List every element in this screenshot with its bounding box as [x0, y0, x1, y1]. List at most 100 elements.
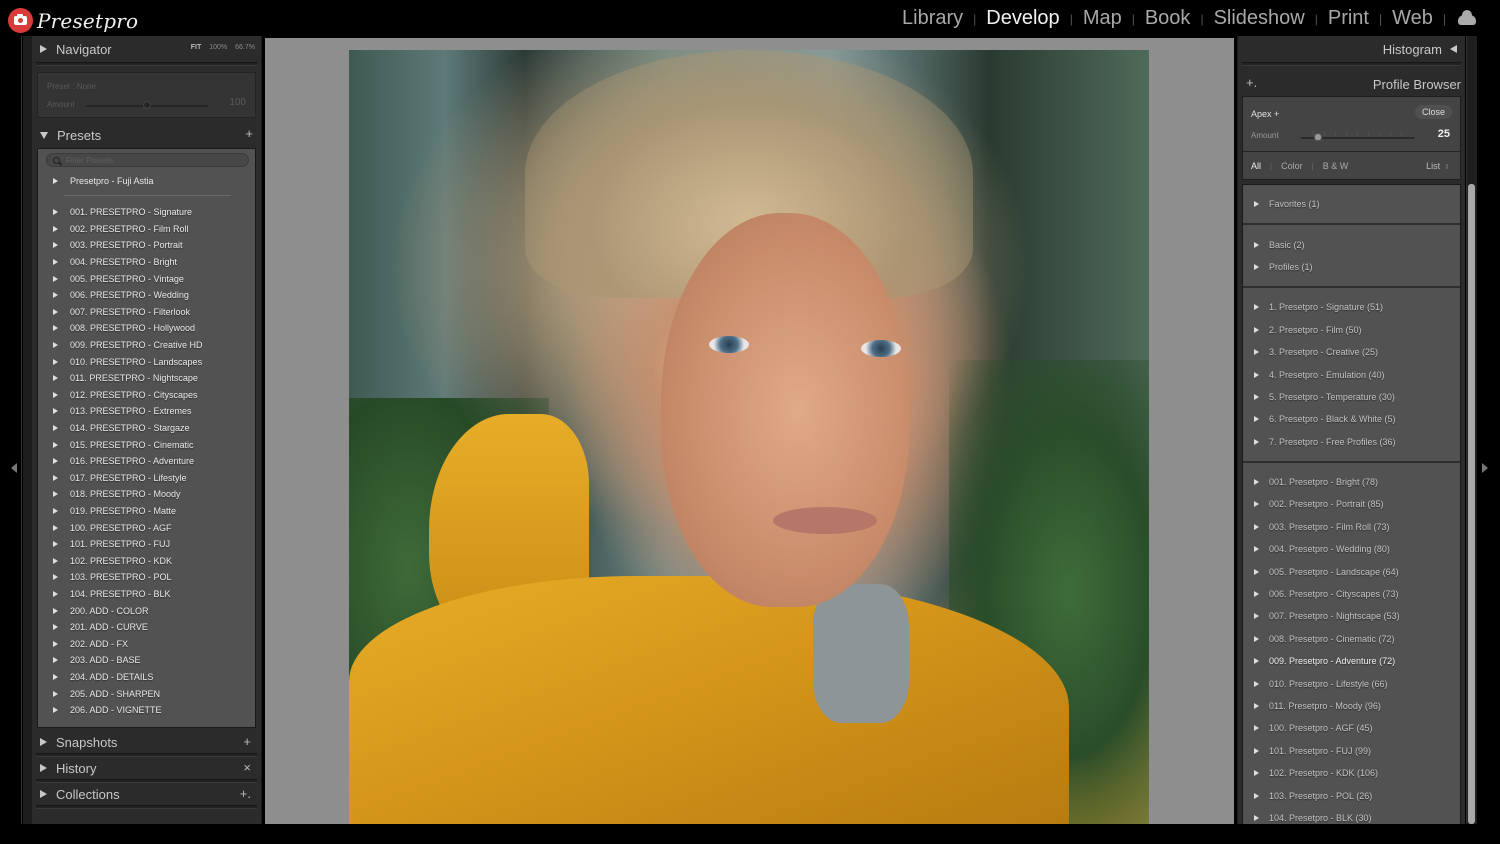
collections-header[interactable]: Collections +.: [32, 783, 261, 805]
zoom-66[interactable]: 66.7%: [235, 44, 255, 51]
profile-item[interactable]: 7. Presetpro - Free Profiles (36): [1243, 431, 1460, 453]
profile-filter-color[interactable]: Color: [1281, 161, 1303, 171]
profile-item[interactable]: 2. Presetpro - Film (50): [1243, 319, 1460, 341]
expand-triangle-icon: [53, 690, 58, 697]
profile-item[interactable]: 008. Presetpro - Cinematic (72): [1243, 628, 1460, 650]
preset-item[interactable]: 009. PRESETPRO - Creative HD: [38, 337, 255, 354]
profile-item[interactable]: 6. Presetpro - Black & White (5): [1243, 408, 1460, 430]
filter-presets-field[interactable]: [46, 153, 249, 167]
preset-item[interactable]: 205. ADD - SHARPEN: [38, 685, 255, 702]
preset-item[interactable]: 019. PRESETPRO - Matte: [38, 503, 255, 520]
profile-browser-title: Profile Browser: [1372, 76, 1461, 92]
preset-item[interactable]: 015. PRESETPRO - Cinematic: [38, 436, 255, 453]
profile-item[interactable]: 101. Presetpro - FUJ (99): [1243, 740, 1460, 762]
preset-item[interactable]: 203. ADD - BASE: [38, 652, 255, 669]
profile-item[interactable]: 006. Presetpro - Cityscapes (73): [1243, 583, 1460, 605]
add-collection-icon[interactable]: +.: [240, 786, 251, 801]
history-header[interactable]: History ×: [32, 757, 261, 779]
profile-item[interactable]: Favorites (1): [1243, 193, 1460, 215]
preset-item[interactable]: 006. PRESETPRO - Wedding: [38, 287, 255, 304]
module-develop[interactable]: Develop: [984, 7, 1061, 30]
preset-item[interactable]: 012. PRESETPRO - Cityscapes: [38, 387, 255, 404]
expand-triangle-icon: [1254, 304, 1259, 311]
preset-item[interactable]: 011. PRESETPRO - Nightscape: [38, 370, 255, 387]
zoom-fit[interactable]: FIT: [191, 44, 202, 51]
profile-item[interactable]: 007. Presetpro - Nightscape (53): [1243, 605, 1460, 627]
search-icon: [53, 156, 60, 164]
profile-item[interactable]: 103. Presetpro - POL (26): [1243, 784, 1460, 806]
profile-filter-b-w[interactable]: B & W: [1323, 161, 1349, 171]
profile-amount-slider-knob[interactable]: [1313, 133, 1322, 141]
preset-item[interactable]: 003. PRESETPRO - Portrait: [38, 237, 255, 254]
module-slideshow[interactable]: Slideshow: [1212, 7, 1307, 30]
profile-filter-all[interactable]: All: [1251, 161, 1261, 171]
scrollbar-thumb[interactable]: [1468, 184, 1475, 824]
preset-item[interactable]: 002. PRESETPRO - Film Roll: [38, 221, 255, 238]
profile-item[interactable]: 001. Presetpro - Bright (78): [1243, 471, 1460, 493]
profile-item[interactable]: 100. Presetpro - AGF (45): [1243, 717, 1460, 739]
preset-item[interactable]: 014. PRESETPRO - Stargaze: [38, 420, 255, 437]
preset-item[interactable]: 008. PRESETPRO - Hollywood: [38, 320, 255, 337]
preset-item[interactable]: 004. PRESETPRO - Bright: [38, 254, 255, 271]
profile-item[interactable]: 1. Presetpro - Signature (51): [1243, 296, 1460, 318]
profile-item[interactable]: 005. Presetpro - Landscape (64): [1243, 560, 1460, 582]
profile-item[interactable]: 102. Presetpro - KDK (106): [1243, 762, 1460, 784]
add-profile-icon[interactable]: +.: [1246, 75, 1257, 90]
profile-item[interactable]: 3. Presetpro - Creative (25): [1243, 341, 1460, 363]
preset-item[interactable]: 018. PRESETPRO - Moody: [38, 486, 255, 503]
profile-item[interactable]: Profiles (1): [1243, 256, 1460, 278]
preset-item[interactable]: 005. PRESETPRO - Vintage: [38, 270, 255, 287]
photo[interactable]: [349, 50, 1149, 824]
profile-item[interactable]: 002. Presetpro - Portrait (85): [1243, 493, 1460, 515]
preset-item-label: 004. PRESETPRO - Bright: [70, 257, 178, 268]
module-library[interactable]: Library: [900, 7, 965, 30]
preset-item[interactable]: 016. PRESETPRO - Adventure: [38, 453, 255, 470]
preset-item[interactable]: 204. ADD - DETAILS: [38, 669, 255, 686]
preset-item[interactable]: 200. ADD - COLOR: [38, 602, 255, 619]
cloud-icon[interactable]: [1458, 9, 1476, 25]
profile-item[interactable]: 003. Presetpro - Film Roll (73): [1243, 516, 1460, 538]
profile-item[interactable]: 4. Presetpro - Emulation (40): [1243, 363, 1460, 385]
preset-item[interactable]: 104. PRESETPRO - BLK: [38, 586, 255, 603]
view-mode-select[interactable]: List ⇕: [1426, 161, 1450, 171]
preset-item[interactable]: 007. PRESETPRO - Filterlook: [38, 304, 255, 321]
filter-presets-input[interactable]: [66, 155, 226, 165]
profile-item[interactable]: 011. Presetpro - Moody (96): [1243, 695, 1460, 717]
preset-item[interactable]: 201. ADD - CURVE: [38, 619, 255, 636]
module-web[interactable]: Web: [1390, 7, 1435, 30]
profile-amount-box: Apex + Close Amount 25 All | Color | B & W L…: [1242, 96, 1461, 180]
preset-folder[interactable]: Presetpro - Fuji Astia: [38, 173, 255, 189]
histogram-header[interactable]: Histogram: [1238, 36, 1465, 62]
preset-item[interactable]: 010. PRESETPRO - Landscapes: [38, 353, 255, 370]
preset-item[interactable]: 100. PRESETPRO - AGF: [38, 519, 255, 536]
zoom-100[interactable]: 100%: [209, 44, 227, 51]
navigator-header[interactable]: Navigator FIT 100% 66.7%: [32, 36, 261, 62]
clear-history-icon[interactable]: ×: [243, 760, 251, 775]
profile-item[interactable]: 004. Presetpro - Wedding (80): [1243, 538, 1460, 560]
profile-item[interactable]: Basic (2): [1243, 233, 1460, 255]
module-print[interactable]: Print: [1326, 7, 1371, 30]
preset-amount-slider-knob[interactable]: [143, 101, 151, 109]
collapse-left-panel-icon[interactable]: [11, 463, 17, 473]
preset-item[interactable]: 103. PRESETPRO - POL: [38, 569, 255, 586]
profile-item[interactable]: 009. Presetpro - Adventure (72): [1243, 650, 1460, 672]
presets-list: Presetpro - Fuji Astia 001. PRESETPRO - …: [37, 148, 256, 728]
presets-header[interactable]: Presets +: [32, 122, 261, 148]
profile-item[interactable]: 010. Presetpro - Lifestyle (66): [1243, 672, 1460, 694]
collapse-right-panel-icon[interactable]: [1482, 463, 1488, 473]
preset-item[interactable]: 101. PRESETPRO - FUJ: [38, 536, 255, 553]
preset-item[interactable]: 017. PRESETPRO - Lifestyle: [38, 470, 255, 487]
add-preset-icon[interactable]: +: [245, 126, 253, 141]
expand-triangle-icon: [53, 557, 58, 564]
preset-item[interactable]: 202. ADD - FX: [38, 635, 255, 652]
close-button[interactable]: Close: [1414, 105, 1452, 119]
module-map[interactable]: Map: [1081, 7, 1124, 30]
preset-item[interactable]: 001. PRESETPRO - Signature: [38, 204, 255, 221]
preset-item[interactable]: 102. PRESETPRO - KDK: [38, 552, 255, 569]
add-snapshot-icon[interactable]: +: [243, 734, 251, 749]
module-book[interactable]: Book: [1143, 7, 1193, 30]
profile-item[interactable]: 5. Presetpro - Temperature (30): [1243, 386, 1460, 408]
preset-item[interactable]: 206. ADD - VIGNETTE: [38, 702, 255, 719]
preset-item[interactable]: 013. PRESETPRO - Extremes: [38, 403, 255, 420]
snapshots-header[interactable]: Snapshots +: [32, 731, 261, 753]
